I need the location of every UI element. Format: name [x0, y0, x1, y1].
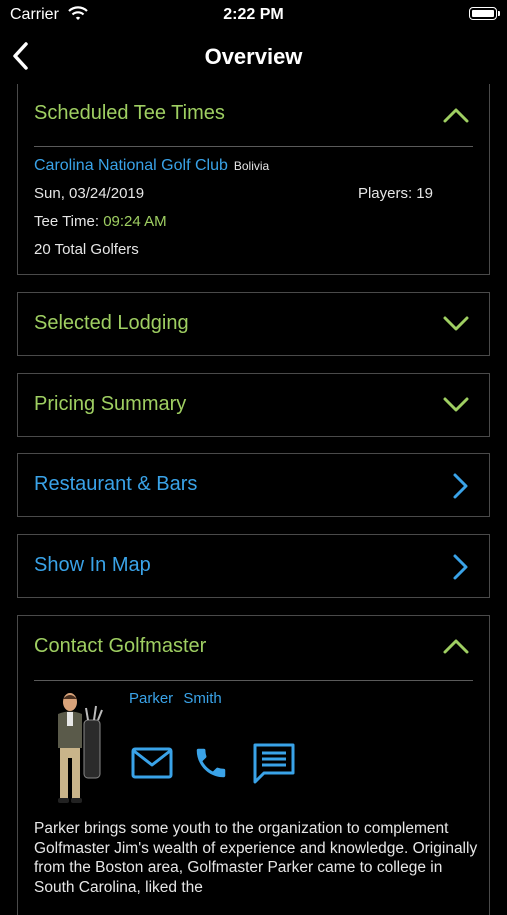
tee-time-row: Tee Time: 09:24 AM: [34, 213, 167, 230]
contact-header[interactable]: Contact Golfmaster: [18, 616, 489, 679]
pricing-card[interactable]: Pricing Summary: [17, 373, 490, 437]
tee-date: Sun, 03/24/2019: [34, 185, 145, 202]
tee-time-label: Tee Time:: [34, 213, 100, 230]
lodging-card[interactable]: Selected Lodging: [17, 292, 490, 356]
battery-icon: [469, 7, 500, 20]
golfmaster-bio: Parker brings some youth to the organiza…: [34, 820, 478, 896]
restaurants-card[interactable]: Restaurant & Bars: [17, 453, 490, 517]
chevron-right-icon: [453, 473, 468, 499]
chevron-right-icon: [453, 554, 468, 580]
page-title: Overview: [204, 44, 303, 69]
tee-times-card: Scheduled Tee Times Carolina National Go…: [17, 84, 490, 275]
pricing-title: Pricing Summary: [34, 393, 187, 415]
total-golfers: 20 Total Golfers: [34, 241, 139, 258]
message-icon[interactable]: [252, 742, 296, 784]
contact-card: Contact Golfmaster Parker Smith Parker b…: [17, 615, 490, 915]
chevron-up-icon: [443, 639, 469, 654]
show-in-map-title: Show In Map: [34, 554, 151, 576]
lodging-title: Selected Lodging: [34, 312, 189, 334]
club-row: Carolina National Golf Club Bolivia: [34, 157, 269, 175]
mail-icon[interactable]: [131, 747, 173, 779]
contact-title: Contact Golfmaster: [34, 635, 207, 657]
golfmaster-first-name: Parker: [129, 690, 174, 707]
golf-club-link[interactable]: Carolina National Golf Club: [34, 157, 228, 174]
section-divider: [34, 680, 473, 681]
chevron-up-icon: [443, 108, 469, 123]
navigation-bar: Overview: [0, 30, 507, 86]
tee-times-title: Scheduled Tee Times: [34, 102, 225, 124]
show-in-map-card[interactable]: Show In Map: [17, 534, 490, 598]
status-time: 2:22 PM: [223, 6, 284, 23]
golfmaster-name: Parker Smith: [129, 690, 222, 707]
club-country: Bolivia: [233, 159, 270, 173]
chevron-down-icon: [443, 316, 469, 331]
golfmaster-photo: [58, 693, 103, 803]
phone-icon[interactable]: [192, 744, 230, 782]
status-bar: Carrier 2:22 PM: [0, 0, 507, 30]
tee-time-value: 09:24 AM: [103, 213, 167, 230]
golfmaster-last-name: Smith: [183, 690, 222, 707]
restaurants-title: Restaurant & Bars: [34, 473, 198, 495]
players-count: Players: 19: [357, 185, 433, 202]
tee-times-header[interactable]: Scheduled Tee Times: [18, 84, 489, 147]
section-divider: [34, 146, 473, 147]
chevron-down-icon: [443, 397, 469, 412]
